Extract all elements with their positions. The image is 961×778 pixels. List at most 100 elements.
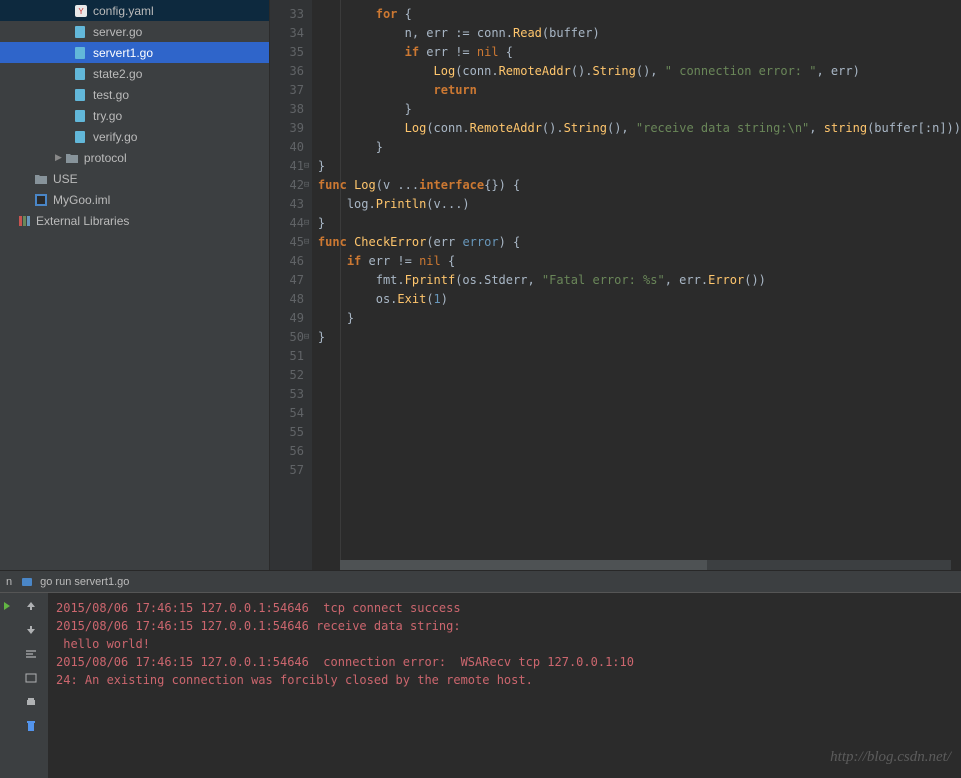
code-line-35[interactable]: n, err := conn.Read(buffer) (312, 24, 961, 43)
line-number: 45 (270, 233, 304, 252)
line-number: 34 (270, 24, 304, 43)
line-number: 57 (270, 461, 304, 480)
go-file-icon (73, 45, 89, 61)
tree-item-label: servert1.go (93, 46, 153, 60)
scrollbar-thumb[interactable] (340, 560, 707, 570)
scroll-button[interactable] (21, 669, 41, 687)
fold-handle[interactable]: ⊟ (304, 157, 313, 166)
code-line-48[interactable]: func Log(v ...interface{}) {⊟ (312, 176, 961, 195)
tree-item-test-go[interactable]: test.go (0, 84, 269, 105)
line-number: 53 (270, 385, 304, 404)
code-line-52[interactable]: func CheckError(err error) {⊟ (312, 233, 961, 252)
print-button[interactable] (21, 693, 41, 711)
code-line-43[interactable]: Log(conn.RemoteAddr().String(), "receive… (312, 119, 961, 138)
expand-arrow-icon[interactable]: ▶ (55, 152, 62, 163)
line-number: 50 (270, 328, 304, 347)
tree-item-state2-go[interactable]: state2.go (0, 63, 269, 84)
line-number: 37 (270, 81, 304, 100)
project-tree[interactable]: Yconfig.yaml server.go servert1.go state2.g… (0, 0, 270, 570)
code-line-54[interactable]: fmt.Fprintf(os.Stderr, "Fatal error: %s"… (312, 271, 961, 290)
line-number: 44 (270, 214, 304, 233)
tree-item-label: server.go (93, 25, 142, 39)
code-line-50[interactable]: }⊟ (312, 214, 961, 233)
tree-item-use[interactable]: USE (0, 168, 269, 189)
soft-wrap-button[interactable] (21, 645, 41, 663)
code-line-37[interactable]: if err != nil { (312, 43, 961, 62)
code-line-38[interactable]: Log(conn.RemoteAddr().String(), " connec… (312, 62, 961, 81)
code-editor[interactable]: 3334353637383940414243444546474849505152… (270, 0, 961, 570)
tree-item-server-go[interactable]: server.go (0, 21, 269, 42)
line-number: 56 (270, 442, 304, 461)
down-button[interactable] (21, 621, 41, 639)
console-line: 24: An existing connection was forcibly … (56, 671, 953, 689)
line-number: 42 (270, 176, 304, 195)
horizontal-scrollbar[interactable] (340, 560, 951, 570)
watermark-text: http://blog.csdn.net/ (830, 749, 951, 766)
run-tool-col-2 (14, 593, 48, 778)
go-file-icon (73, 108, 89, 124)
run-tab-bar[interactable]: n go run servert1.go (0, 570, 961, 592)
line-gutter: 3334353637383940414243444546474849505152… (270, 0, 312, 570)
console-line: 2015/08/06 17:46:15 127.0.0.1:54646 rece… (56, 617, 953, 635)
trash-button[interactable] (21, 717, 41, 735)
tree-item-label: External Libraries (36, 214, 129, 228)
tree-item-servert1-go[interactable]: servert1.go (0, 42, 269, 63)
up-button[interactable] (21, 597, 41, 615)
code-line-53[interactable]: if err != nil { (312, 252, 961, 271)
fold-handle[interactable]: ⊟ (304, 214, 313, 223)
console-line: 2015/08/06 17:46:15 127.0.0.1:54646 conn… (56, 653, 953, 671)
tree-item-label: verify.go (93, 130, 137, 144)
code-line-49[interactable]: log.Println(v...) (312, 195, 961, 214)
line-number: 35 (270, 43, 304, 62)
line-number: 47 (270, 271, 304, 290)
code-line-47[interactable]: }⊟ (312, 157, 961, 176)
line-number: 41 (270, 157, 304, 176)
line-number: 49 (270, 309, 304, 328)
folder-closed-icon (64, 150, 80, 166)
code-line-33[interactable]: for { (312, 5, 961, 24)
line-number: 36 (270, 62, 304, 81)
run-prefix: n (6, 576, 12, 588)
fold-handle[interactable]: ⊟ (304, 176, 313, 185)
line-number: 40 (270, 138, 304, 157)
tree-item-label: state2.go (93, 67, 142, 81)
go-run-icon (20, 575, 34, 589)
tree-item-label: test.go (93, 88, 129, 102)
line-number: 46 (270, 252, 304, 271)
line-number: 51 (270, 347, 304, 366)
go-file-icon (73, 129, 89, 145)
line-number: 52 (270, 366, 304, 385)
tree-item-try-go[interactable]: try.go (0, 105, 269, 126)
tree-item-protocol[interactable]: ▶protocol (0, 147, 269, 168)
code-line-39[interactable]: return (312, 81, 961, 100)
tree-item-label: config.yaml (93, 4, 154, 18)
line-number: 54 (270, 404, 304, 423)
code-line-55[interactable]: os.Exit(1) (312, 290, 961, 309)
tree-item-mygoo-iml[interactable]: MyGoo.iml (0, 189, 269, 210)
console-line: 2015/08/06 17:46:15 127.0.0.1:54646 tcp … (56, 599, 953, 617)
go-file-icon (73, 87, 89, 103)
library-icon (16, 213, 32, 229)
go-file-icon (73, 66, 89, 82)
code-line-57[interactable]: }⊟ (312, 328, 961, 347)
code-line-56[interactable]: } (312, 309, 961, 328)
run-tool-col-1 (0, 593, 14, 778)
code-line-45[interactable]: } (312, 138, 961, 157)
console-line: hello world! (56, 635, 953, 653)
tree-item-label: MyGoo.iml (53, 193, 110, 207)
go-file-icon (73, 24, 89, 40)
svg-text:Y: Y (78, 7, 84, 16)
fold-handle[interactable]: ⊟ (304, 233, 313, 242)
yaml-file-icon: Y (73, 3, 89, 19)
code-body[interactable]: for { n, err := conn.Read(buffer) if err… (312, 0, 961, 570)
line-number: 38 (270, 100, 304, 119)
tree-item-external-libraries[interactable]: External Libraries (0, 210, 269, 231)
iml-file-icon (33, 192, 49, 208)
line-number: 43 (270, 195, 304, 214)
line-number: 48 (270, 290, 304, 309)
console-output[interactable]: 2015/08/06 17:46:15 127.0.0.1:54646 tcp … (48, 593, 961, 778)
tree-item-verify-go[interactable]: verify.go (0, 126, 269, 147)
fold-handle[interactable]: ⊟ (304, 328, 313, 337)
code-line-40[interactable]: } (312, 100, 961, 119)
tree-item-config-yaml[interactable]: Yconfig.yaml (0, 0, 269, 21)
